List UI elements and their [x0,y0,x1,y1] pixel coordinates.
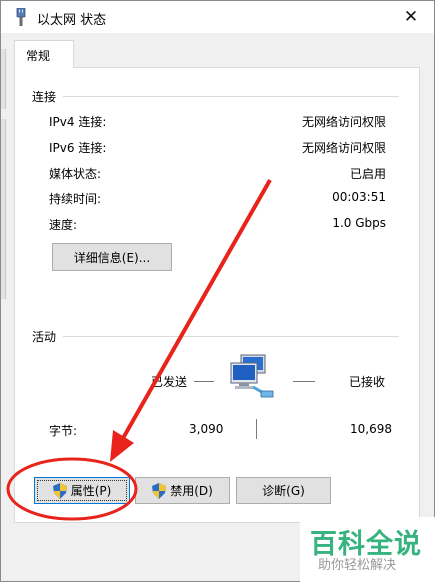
ipv6-value: 无网络访问权限 [301,141,386,155]
properties-button-label: 属性(P) [70,484,112,498]
activity-group-label: 活动 [32,330,57,344]
ipv6-label: IPv6 连接: [49,141,107,155]
connection-group-label: 连接 [32,90,57,104]
tab-general-label: 常规 [26,49,51,63]
ipv4-label: IPv4 连接: [49,115,107,129]
background-window-edge [1,49,6,109]
details-button-label: 详细信息(E)... [73,250,151,265]
details-button[interactable]: 详细信息(E)... [52,243,172,271]
speed-label: 速度: [49,218,78,232]
media-state-label: 媒体状态: [49,167,102,181]
diagnose-button[interactable]: 诊断(G) [236,477,331,504]
uac-shield-icon [152,482,167,499]
disable-button-label: 禁用(D) [170,484,213,498]
watermark-subtitle: 助你轻松解决 [318,558,397,573]
received-label: 已接收 [349,375,386,389]
close-icon: ✕ [403,7,419,27]
media-state-value: 已启用 [349,167,386,181]
bytes-separator [256,419,257,439]
title-bar[interactable]: 以太网 状态 ✕ [1,1,434,33]
activity-group-divider [63,336,399,337]
speed-value: 1.0 Gbps [332,216,386,230]
uac-shield-icon [52,482,67,499]
bytes-sent-value: 3,090 [189,422,224,436]
network-computers-icon [230,354,274,398]
sent-dash [194,381,214,382]
connection-group-divider [63,96,399,97]
received-dash [293,381,315,382]
duration-value: 00:03:51 [332,190,386,204]
close-button[interactable]: ✕ [388,1,434,33]
disable-button[interactable]: 禁用(D) [135,477,230,504]
general-tab-panel [14,67,420,523]
duration-label: 持续时间: [49,192,102,206]
ethernet-plug-icon [16,8,26,26]
background-window-edge-lower [1,119,6,299]
tab-general[interactable]: 常规 [14,40,74,68]
bytes-label: 字节: [49,424,78,438]
ethernet-status-window: 以太网 状态 ✕ 常规 连接 IPv4 连接: 无网络访问权限 IPv6 连接:… [0,0,435,582]
bytes-received-value: 10,698 [350,422,392,436]
ipv4-value: 无网络访问权限 [301,115,386,129]
properties-button[interactable]: 属性(P) [34,477,130,504]
diagnose-button-label: 诊断(G) [262,484,305,498]
window-title: 以太网 状态 [37,13,107,28]
sent-label: 已发送 [151,375,188,389]
